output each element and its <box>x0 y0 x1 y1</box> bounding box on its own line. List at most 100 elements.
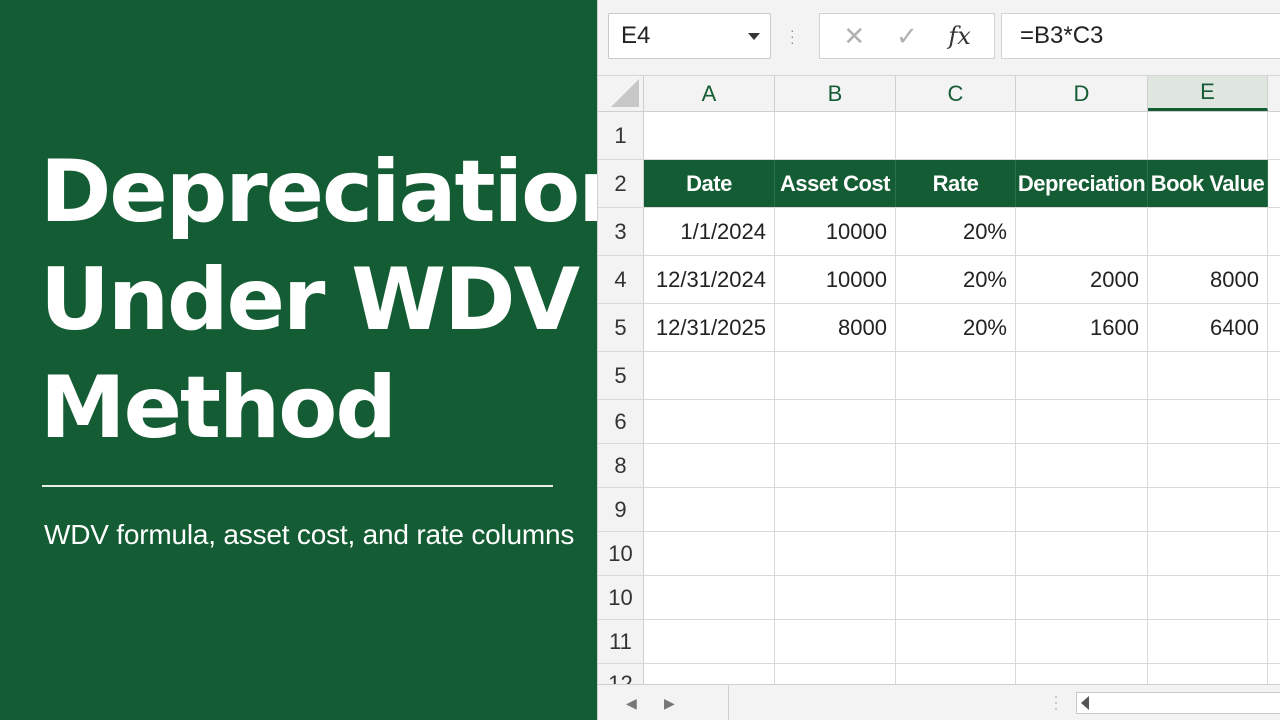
cell-rate[interactable]: 20% <box>896 256 1016 303</box>
name-box[interactable]: E4 <box>608 13 771 59</box>
cell-asset-cost[interactable]: 10000 <box>775 208 896 255</box>
drag-handle-icon[interactable]: · · · <box>790 23 795 49</box>
cell[interactable] <box>1268 160 1280 207</box>
cell[interactable] <box>896 352 1016 399</box>
cell[interactable] <box>1268 488 1280 531</box>
cell[interactable] <box>896 112 1016 159</box>
table-header-rate[interactable]: Rate <box>896 160 1016 207</box>
row-header[interactable]: 8 <box>598 444 644 487</box>
row-header[interactable]: 10 <box>598 576 644 619</box>
cell-depreciation[interactable]: 2000 <box>1016 256 1148 303</box>
cell-asset-cost[interactable]: 10000 <box>775 256 896 303</box>
cell[interactable] <box>1148 488 1268 531</box>
cell[interactable] <box>1148 112 1268 159</box>
cell[interactable] <box>1268 208 1280 255</box>
row-header[interactable]: 9 <box>598 488 644 531</box>
chevron-down-icon[interactable] <box>748 32 760 40</box>
cell[interactable] <box>644 352 775 399</box>
cell-book-value[interactable] <box>1148 208 1268 255</box>
column-header-f[interactable] <box>1268 76 1280 111</box>
scroll-left-icon[interactable] <box>1081 696 1089 710</box>
table-header-asset-cost[interactable]: Asset Cost <box>775 160 896 207</box>
cell-rate[interactable]: 20% <box>896 208 1016 255</box>
cell[interactable] <box>896 576 1016 619</box>
cell[interactable] <box>1016 444 1148 487</box>
row-header[interactable]: 5 <box>598 304 644 351</box>
row-header[interactable]: 1 <box>598 112 644 159</box>
cell[interactable] <box>775 112 896 159</box>
cell[interactable] <box>1016 488 1148 531</box>
sheet-tab-area[interactable] <box>728 685 1029 720</box>
cell[interactable] <box>1148 444 1268 487</box>
cell[interactable] <box>896 532 1016 575</box>
cell-depreciation[interactable]: 1600 <box>1016 304 1148 351</box>
cell-rate[interactable]: 20% <box>896 304 1016 351</box>
cell[interactable] <box>1016 576 1148 619</box>
cell[interactable] <box>896 444 1016 487</box>
cell-depreciation[interactable] <box>1016 208 1148 255</box>
cancel-icon[interactable]: ✕ <box>834 21 874 52</box>
insert-function-icon[interactable]: fx <box>940 22 980 50</box>
cell[interactable] <box>644 444 775 487</box>
cell[interactable] <box>1268 576 1280 619</box>
cell-book-value[interactable]: 6400 <box>1148 304 1268 351</box>
cell[interactable] <box>1148 620 1268 663</box>
column-header-d[interactable]: D <box>1016 76 1148 111</box>
cell[interactable] <box>644 620 775 663</box>
row-header[interactable]: 4 <box>598 256 644 303</box>
row-header[interactable]: 5 <box>598 352 644 399</box>
cell[interactable] <box>775 620 896 663</box>
cell[interactable] <box>1148 352 1268 399</box>
column-header-e[interactable]: E <box>1148 76 1268 111</box>
cell[interactable] <box>896 620 1016 663</box>
cell-date[interactable]: 12/31/2025 <box>644 304 775 351</box>
cell[interactable] <box>644 488 775 531</box>
cell-asset-cost[interactable]: 8000 <box>775 304 896 351</box>
next-sheet-icon[interactable]: ▶ <box>664 695 675 712</box>
cell[interactable] <box>1016 532 1148 575</box>
row-header[interactable]: 11 <box>598 620 644 663</box>
cell[interactable] <box>1268 352 1280 399</box>
cell[interactable] <box>775 352 896 399</box>
cell[interactable] <box>775 532 896 575</box>
horizontal-scrollbar[interactable] <box>1076 692 1280 714</box>
cell[interactable] <box>1268 444 1280 487</box>
cell[interactable] <box>1268 256 1280 303</box>
cell[interactable] <box>1268 400 1280 443</box>
row-header[interactable]: 2 <box>598 160 644 207</box>
cell[interactable] <box>1148 532 1268 575</box>
row-header[interactable]: 3 <box>598 208 644 255</box>
cell[interactable] <box>1148 576 1268 619</box>
cell[interactable] <box>1148 400 1268 443</box>
cell[interactable] <box>1268 112 1280 159</box>
drag-handle-icon[interactable]: · · · <box>1053 690 1059 714</box>
column-header-b[interactable]: B <box>775 76 896 111</box>
cell[interactable] <box>644 576 775 619</box>
cell[interactable] <box>1016 400 1148 443</box>
row-header[interactable]: 6 <box>598 400 644 443</box>
table-header-book-value[interactable]: Book Value <box>1148 160 1268 207</box>
cell[interactable] <box>644 112 775 159</box>
formula-input[interactable]: =B3*C3 <box>1001 13 1280 59</box>
cell[interactable] <box>1016 112 1148 159</box>
cell-book-value[interactable]: 8000 <box>1148 256 1268 303</box>
cell[interactable] <box>1016 620 1148 663</box>
cell[interactable] <box>896 400 1016 443</box>
select-all-corner[interactable] <box>598 76 644 111</box>
cell-date[interactable]: 12/31/2024 <box>644 256 775 303</box>
cell[interactable] <box>1268 304 1280 351</box>
cell[interactable] <box>1268 620 1280 663</box>
row-header[interactable]: 10 <box>598 532 644 575</box>
previous-sheet-icon[interactable]: ◀ <box>626 695 637 712</box>
cell[interactable] <box>775 576 896 619</box>
cell[interactable] <box>1016 352 1148 399</box>
cell[interactable] <box>775 400 896 443</box>
cell[interactable] <box>896 488 1016 531</box>
column-header-a[interactable]: A <box>644 76 775 111</box>
table-header-date[interactable]: Date <box>644 160 775 207</box>
cell[interactable] <box>644 532 775 575</box>
cell[interactable] <box>775 444 896 487</box>
cell-date[interactable]: 1/1/2024 <box>644 208 775 255</box>
cell[interactable] <box>1268 532 1280 575</box>
column-header-c[interactable]: C <box>896 76 1016 111</box>
